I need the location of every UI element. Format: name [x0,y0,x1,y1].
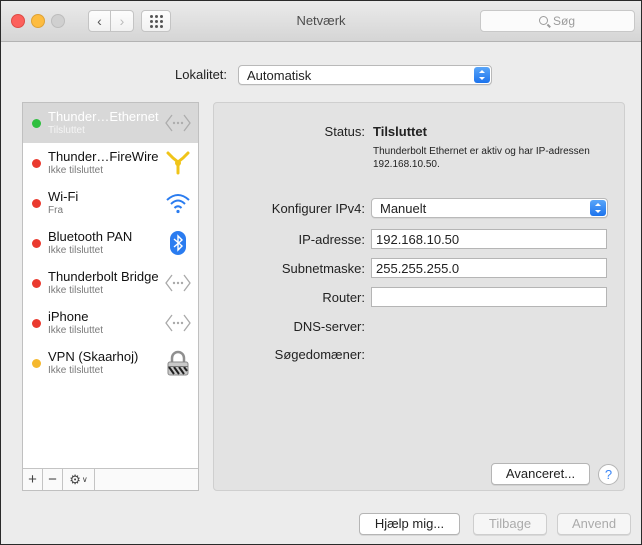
help-button[interactable]: ? [598,464,619,485]
service-name: Thunder…Ethernet [48,109,159,124]
service-item[interactable]: Bluetooth PAN Ikke tilsluttet [23,223,198,263]
status-value: Tilsluttet [373,124,427,139]
status-dot [32,119,41,128]
ethernet-icon [164,309,192,337]
apply-button[interactable]: Anvend [557,513,631,535]
status-label: Status: [324,124,365,139]
wifi-icon [164,189,192,217]
service-list: Thunder…Ethernet Tilsluttet Thunder…FireWi… [22,102,199,491]
service-item[interactable]: iPhone Ikke tilsluttet [23,303,198,343]
service-name: iPhone [48,309,89,324]
service-status: Ikke tilsluttet [48,365,104,376]
service-item[interactable]: Thunder…FireWire Ikke tilsluttet [23,143,198,183]
status-description: Thunderbolt Ethernet er aktiv og har IP-… [373,146,590,170]
service-status: Ikke tilsluttet [48,285,104,296]
search-field[interactable]: Søg [480,10,635,32]
chevron-down-icon: ∨ [81,475,88,484]
ip-address-label: IP-adresse: [298,232,365,247]
location-popup[interactable]: Automatisk [238,65,492,85]
service-status: Ikke tilsluttet [48,245,104,256]
status-dot [32,199,41,208]
service-item[interactable]: Thunderbolt Bridge Ikke tilsluttet [23,263,198,303]
ethernet-icon [164,109,192,137]
service-status: Fra [48,205,63,216]
service-status: Ikke tilsluttet [48,165,104,176]
location-label: Lokalitet: [175,67,228,82]
service-list-toolbar: + − ⚙ ∨ [23,468,198,490]
remove-service-button[interactable]: − [43,469,63,490]
service-item[interactable]: Wi-Fi Fra [23,183,198,223]
service-name: VPN (Skaarhoj) [48,349,139,364]
subnet-mask-value: 255.255.255.0 [376,261,460,276]
status-dot [32,239,41,248]
status-dot [32,159,41,168]
search-icon [539,16,548,25]
network-preferences-window: ‹ › Netværk Søg Lokalitet: Automatisk Th… [0,0,642,545]
bluetooth-icon [164,229,192,257]
assist-me-button[interactable]: Hjælp mig... [359,513,460,535]
ip-address-value: 192.168.10.50 [376,232,460,247]
service-name: Thunder…FireWire [48,149,159,164]
search-placeholder: Søg [553,14,576,28]
location-value: Automatisk [247,68,312,83]
configure-ipv4-label: Konfigurer IPv4: [271,201,365,216]
service-status: Ikke tilsluttet [48,325,104,336]
dns-server-label: DNS-server: [293,319,365,334]
search-domains-label: Søgedomæner: [274,347,365,362]
add-service-button[interactable]: + [23,469,43,490]
vpn-lock-icon [164,349,192,377]
configure-ipv4-popup[interactable]: Manuelt [371,198,608,218]
status-dot [32,279,41,288]
service-name: Wi-Fi [48,189,79,204]
subnet-mask-field[interactable]: 255.255.255.0 [371,258,607,278]
service-item[interactable]: Thunder…Ethernet Tilsluttet [23,103,198,143]
ethernet-icon [164,269,192,297]
gear-icon: ⚙ [69,471,81,487]
status-dot [32,319,41,328]
router-label: Router: [322,290,365,305]
advanced-button[interactable]: Avanceret... [491,463,590,485]
title-bar: ‹ › Netværk Søg [1,1,641,42]
router-field[interactable] [371,287,607,307]
status-dot [32,359,41,368]
ip-address-field[interactable]: 192.168.10.50 [371,229,607,249]
revert-button[interactable]: Tilbage [473,513,547,535]
popup-arrows-icon [590,200,606,216]
service-item[interactable]: VPN (Skaarhoj) Ikke tilsluttet [23,343,198,383]
configure-ipv4-value: Manuelt [380,201,427,216]
service-status: Tilsluttet [48,125,85,136]
service-name: Bluetooth PAN [48,229,133,244]
firewire-icon [164,149,192,177]
subnet-mask-label: Subnetmaske: [281,261,365,276]
popup-arrows-icon [474,67,490,83]
action-menu-button[interactable]: ⚙ ∨ [63,469,95,490]
service-name: Thunderbolt Bridge [48,269,159,284]
